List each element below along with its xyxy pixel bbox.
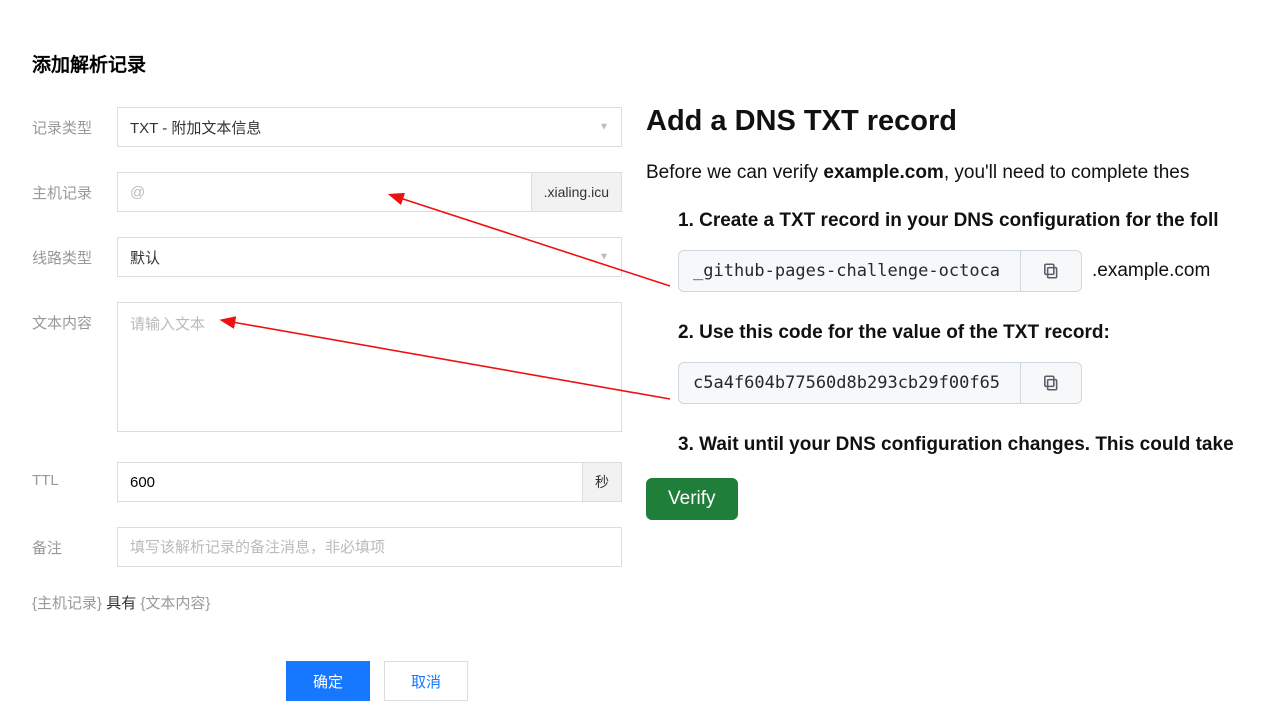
- label-ttl: TTL: [32, 462, 117, 489]
- value-code[interactable]: c5a4f604b77560d8b293cb29f00f65: [679, 363, 1021, 403]
- step-2: 2. Use this code for the value of the TX…: [646, 322, 1280, 344]
- summary-host: {主机记录}: [32, 595, 102, 612]
- record-type-value: TXT - 附加文本信息: [130, 117, 261, 138]
- hostname-code[interactable]: _github-pages-challenge-octoca: [679, 251, 1021, 291]
- line-type-value: 默认: [130, 247, 160, 268]
- chevron-down-icon: ▼: [599, 252, 609, 263]
- cancel-button[interactable]: 取消: [384, 661, 468, 701]
- label-host-record: 主机记录: [32, 172, 117, 203]
- copy-icon: [1042, 262, 1060, 280]
- step-1: 1. Create a TXT record in your DNS confi…: [646, 210, 1280, 232]
- dns-form: 添加解析记录 记录类型 TXT - 附加文本信息 ▼ 主机记录 .xialing…: [32, 50, 622, 613]
- form-actions: 确定 取消: [32, 661, 722, 701]
- verify-button[interactable]: Verify: [646, 478, 738, 520]
- text-content-input[interactable]: [117, 302, 622, 432]
- domain-suffix: .example.com: [1092, 260, 1210, 282]
- label-remark: 备注: [32, 527, 117, 558]
- confirm-button[interactable]: 确定: [286, 661, 370, 701]
- host-suffix: .xialing.icu: [531, 173, 621, 211]
- copy-icon: [1042, 374, 1060, 392]
- label-text-content: 文本内容: [32, 302, 117, 333]
- step-3: 3. Wait until your DNS configuration cha…: [646, 434, 1280, 456]
- instructions-title: Add a DNS TXT record: [646, 105, 1280, 138]
- chevron-down-icon: ▼: [599, 122, 609, 133]
- remark-input[interactable]: [117, 527, 622, 567]
- summary-line: {主机记录} 具有 {文本内容}: [32, 592, 622, 613]
- record-type-select[interactable]: TXT - 附加文本信息 ▼: [117, 107, 622, 147]
- label-record-type: 记录类型: [32, 107, 117, 138]
- copy-hostname-button[interactable]: [1021, 251, 1081, 291]
- ttl-unit: 秒: [582, 463, 621, 501]
- summary-mid: 具有: [102, 595, 140, 612]
- ttl-input[interactable]: [118, 463, 582, 501]
- line-type-select[interactable]: 默认 ▼: [117, 237, 622, 277]
- form-title: 添加解析记录: [32, 50, 622, 77]
- label-line-type: 线路类型: [32, 237, 117, 268]
- instructions-intro: Before we can verify example.com, you'll…: [646, 162, 1280, 184]
- copy-value-button[interactable]: [1021, 363, 1081, 403]
- summary-content: {文本内容}: [140, 595, 210, 612]
- host-record-input[interactable]: [118, 173, 531, 211]
- instructions-panel: Add a DNS TXT record Before we can verif…: [622, 50, 1280, 613]
